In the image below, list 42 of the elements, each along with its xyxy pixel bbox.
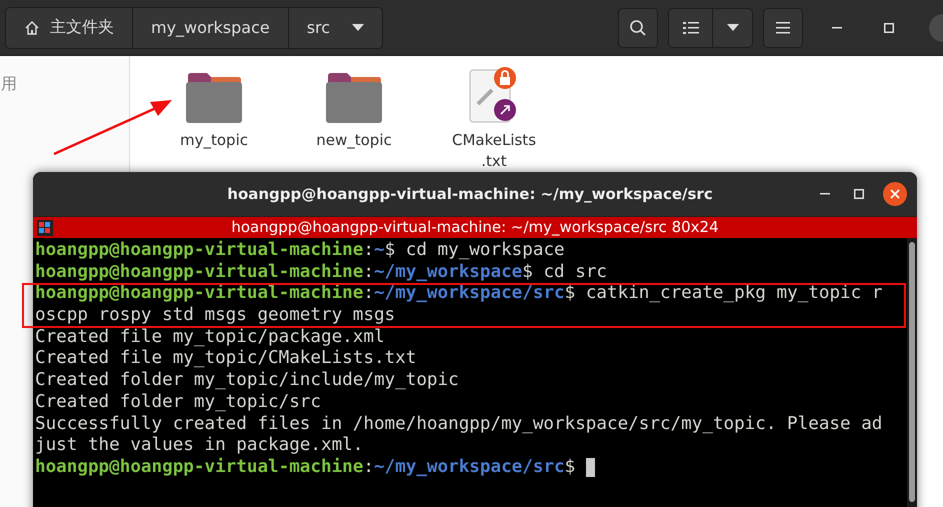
output-line: Created folder my_topic/src xyxy=(35,392,321,414)
search-button[interactable] xyxy=(618,8,658,48)
path-button[interactable]: 主文件夹 xyxy=(6,8,133,48)
output-line: just the values in package.xml. xyxy=(35,435,364,457)
output-line: Created folder my_topic/include/my_topic xyxy=(35,370,459,392)
close-icon xyxy=(890,189,900,199)
minimize-icon xyxy=(832,26,842,28)
terminal-icon xyxy=(37,220,53,236)
file-item[interactable]: new_topic xyxy=(304,64,404,151)
output-line: Successfully created files in /home/hoangpp/my_workspace/src/my_topic. Please ad xyxy=(35,414,882,436)
path-button[interactable]: my_workspace xyxy=(133,8,289,48)
file-item[interactable]: my_topic xyxy=(164,64,264,151)
caret-icon xyxy=(352,24,364,31)
file-name: new_topic xyxy=(316,130,392,151)
caret-icon xyxy=(726,24,738,31)
file-name: my_topic xyxy=(180,130,248,151)
maximize-icon xyxy=(854,189,864,199)
prompt-line: hoangpp@hoangpp-virtual-machine:~/my_workspace/src$ xyxy=(35,456,595,479)
folder-icon xyxy=(325,72,383,124)
file-item[interactable]: CMakeLists .txt xyxy=(444,64,544,172)
scrollbar-thumb[interactable] xyxy=(909,242,915,502)
search-icon xyxy=(629,18,647,36)
output-line: Created file my_topic/package.xml xyxy=(35,326,385,348)
prompt-line: hoangpp@hoangpp-virtual-machine:~$ cd my_workspace xyxy=(35,240,565,262)
path-button[interactable]: src xyxy=(288,8,382,48)
list-view-button[interactable] xyxy=(668,8,713,48)
list-icon xyxy=(682,20,698,34)
file-name: CMakeLists .txt xyxy=(452,130,536,172)
prompt-line: hoangpp@hoangpp-virtual-machine:~/my_workspace$ cd src xyxy=(35,262,608,284)
window-title: hoangpp@hoangpp-virtual-machine: ~/my_workspace/src xyxy=(226,185,714,203)
minimize-icon xyxy=(820,193,830,195)
menu-icon xyxy=(776,22,790,34)
prompt-line: hoangpp@hoangpp-virtual-machine:~/my_workspace/src$ catkin_create_pkg my_topic r xyxy=(35,283,882,306)
home-icon xyxy=(24,20,40,36)
folder-icon xyxy=(185,72,243,124)
close-button[interactable] xyxy=(883,182,907,206)
maximize-icon xyxy=(884,22,894,32)
output-line: oscpp rospy std msgs geometry msgs xyxy=(35,305,396,327)
view-options-button[interactable] xyxy=(713,8,753,48)
output-line: Created file my_topic/CMakeLists.txt xyxy=(35,348,416,370)
menu-button[interactable] xyxy=(763,8,803,48)
terminal-tab-title: hoangpp@hoangpp-virtual-machine: ~/my_workspace/src 80x24 xyxy=(230,217,720,238)
